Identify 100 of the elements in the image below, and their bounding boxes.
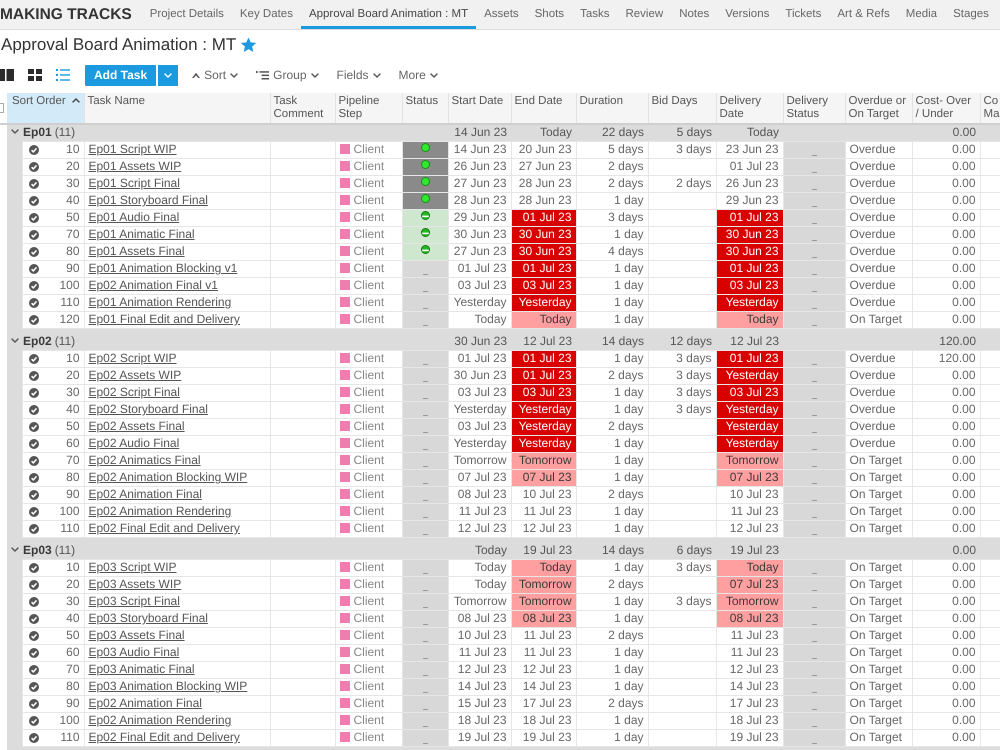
duration-cell: 1 day	[576, 469, 648, 486]
duration-cell: 1 day	[576, 435, 648, 452]
cost-cell: 0.00	[912, 367, 980, 384]
nav-tab[interactable]: Project Details	[142, 0, 232, 29]
star-icon[interactable]	[241, 38, 256, 52]
pipeline-step-label: Client	[354, 560, 384, 574]
nav-tab[interactable]: Shots	[526, 0, 572, 29]
target-cell: Overdue	[845, 294, 912, 311]
date-cell: 08 Jul 23	[448, 486, 511, 503]
toolbar-menu-button[interactable]: More	[398, 68, 438, 82]
cost-cell: 0.00	[912, 435, 980, 452]
date-cell: Today	[511, 311, 576, 328]
date-cell: 12 Jul 23	[511, 661, 576, 678]
date-cell: Tomorrow	[448, 452, 511, 469]
sort-order-number: 40	[66, 193, 80, 207]
target-cell: On Target	[845, 469, 912, 486]
nav-tab[interactable]: Notes	[671, 0, 718, 29]
column-header[interactable]: Task Name	[84, 93, 270, 124]
group-icon	[256, 70, 270, 80]
cost-cell: 0.00	[912, 401, 980, 418]
dash-icon	[812, 172, 816, 173]
columns-icon[interactable]	[0, 69, 14, 81]
duration-cell: 1 day	[576, 401, 648, 418]
toolbar-menu-button[interactable]: Sort	[192, 68, 238, 82]
date-cell: 30 Jun 23	[448, 367, 511, 384]
cost-cell: 120.00	[912, 350, 980, 367]
dash-icon	[422, 641, 428, 642]
column-header[interactable]: Status	[402, 93, 448, 124]
column-header[interactable]: Delivery Status	[783, 93, 845, 124]
column-header[interactable]: Sort Order	[7, 93, 84, 124]
column-header[interactable]: Duration	[576, 93, 648, 124]
nav-tab[interactable]: Media	[898, 0, 946, 29]
chevron-down-icon[interactable]	[11, 129, 19, 134]
dropdown-button[interactable]	[158, 64, 178, 86]
grid-icon[interactable]	[28, 69, 42, 81]
caret-icon	[372, 72, 381, 78]
target-cell: Overdue	[845, 367, 912, 384]
dash-icon	[422, 692, 428, 693]
select-all-checkbox[interactable]	[0, 103, 4, 113]
date-cell: Today	[448, 559, 511, 576]
nav-tab[interactable]: Approval Board Animation : MT	[300, 0, 476, 29]
dash-icon	[812, 398, 816, 399]
date-cell: 27 Jun 23	[511, 158, 576, 175]
date-cell: 03 Jul 23	[716, 384, 783, 401]
toolbar-menu-button[interactable]: Group	[256, 68, 318, 82]
column-header[interactable]: Overdue or On Target	[845, 93, 912, 124]
dash-icon	[812, 500, 816, 501]
dash-icon	[422, 590, 428, 591]
date-cell: Yesterday	[448, 401, 511, 418]
nav-tab[interactable]: Versions	[717, 0, 778, 29]
column-header[interactable]: End Date	[511, 93, 576, 124]
pipeline-step-label: Client	[354, 227, 384, 241]
date-cell: Today	[716, 559, 783, 576]
summary-cell: 14 Jun 23	[448, 124, 511, 141]
chevron-down-icon[interactable]	[11, 338, 19, 343]
sort-order-number: 100	[59, 713, 80, 727]
date-cell: Yesterday	[511, 401, 576, 418]
pipeline-step-label: Client	[354, 261, 384, 275]
date-cell: 30 Jun 23	[716, 243, 783, 260]
pipeline-step-label: Client	[354, 487, 384, 501]
column-header[interactable]: Delivery Date	[716, 93, 783, 124]
nav-tab[interactable]: Key Dates	[232, 0, 301, 29]
date-cell: 11 Jul 23	[511, 627, 576, 644]
target-cell: On Target	[845, 452, 912, 469]
date-cell: 18 Jul 23	[511, 712, 576, 729]
cost-cell: 0.00	[912, 576, 980, 593]
nav-tab[interactable]: Assets	[476, 0, 527, 29]
pipeline-step-label: Client	[354, 402, 384, 416]
column-header[interactable]: Bid Days	[648, 93, 716, 124]
toolbar-menu-button[interactable]: Fields	[336, 68, 381, 82]
nav-tab[interactable]: Art & Refs	[829, 0, 898, 29]
dash-icon	[812, 223, 816, 224]
date-cell: 11 Jul 23	[716, 503, 783, 520]
dash-icon	[422, 381, 428, 382]
duration-cell: 1 day	[576, 350, 648, 367]
duration-cell: 1 day	[576, 678, 648, 695]
date-cell: 01 Jul 23	[716, 158, 783, 175]
chevron-down-icon[interactable]	[11, 546, 19, 552]
column-header[interactable]: Start Date	[448, 93, 511, 124]
pipeline-step-label: Client	[354, 312, 384, 326]
nav-tab[interactable]: Tickets	[777, 0, 830, 29]
list-icon[interactable]	[56, 69, 70, 81]
target-cell: On Target	[845, 311, 912, 328]
date-cell: 01 Jul 23	[511, 260, 576, 277]
date-cell: 14 Jul 23	[716, 678, 783, 695]
date-cell: Yesterday	[716, 401, 783, 418]
nav-tab[interactable]: Stages	[945, 0, 997, 29]
summary-cell: 19 Jul 23	[716, 542, 783, 559]
target-cell: On Target	[845, 559, 912, 576]
check-circle-icon	[28, 733, 38, 743]
duration-cell: 2 days	[576, 576, 648, 593]
column-header[interactable]: Cost- Over / Under	[912, 93, 980, 124]
column-header[interactable]: Task Comment	[270, 93, 335, 124]
dash-icon	[812, 364, 816, 365]
nav-tab[interactable]: Review	[617, 0, 672, 29]
app-logo[interactable]: MAKING TRACKS	[0, 0, 142, 29]
check-circle-icon	[28, 648, 38, 658]
date-cell: 11 Jul 23	[511, 503, 576, 520]
column-header[interactable]: Pipeline Step	[335, 93, 402, 124]
nav-tab[interactable]: Tasks	[572, 0, 618, 29]
